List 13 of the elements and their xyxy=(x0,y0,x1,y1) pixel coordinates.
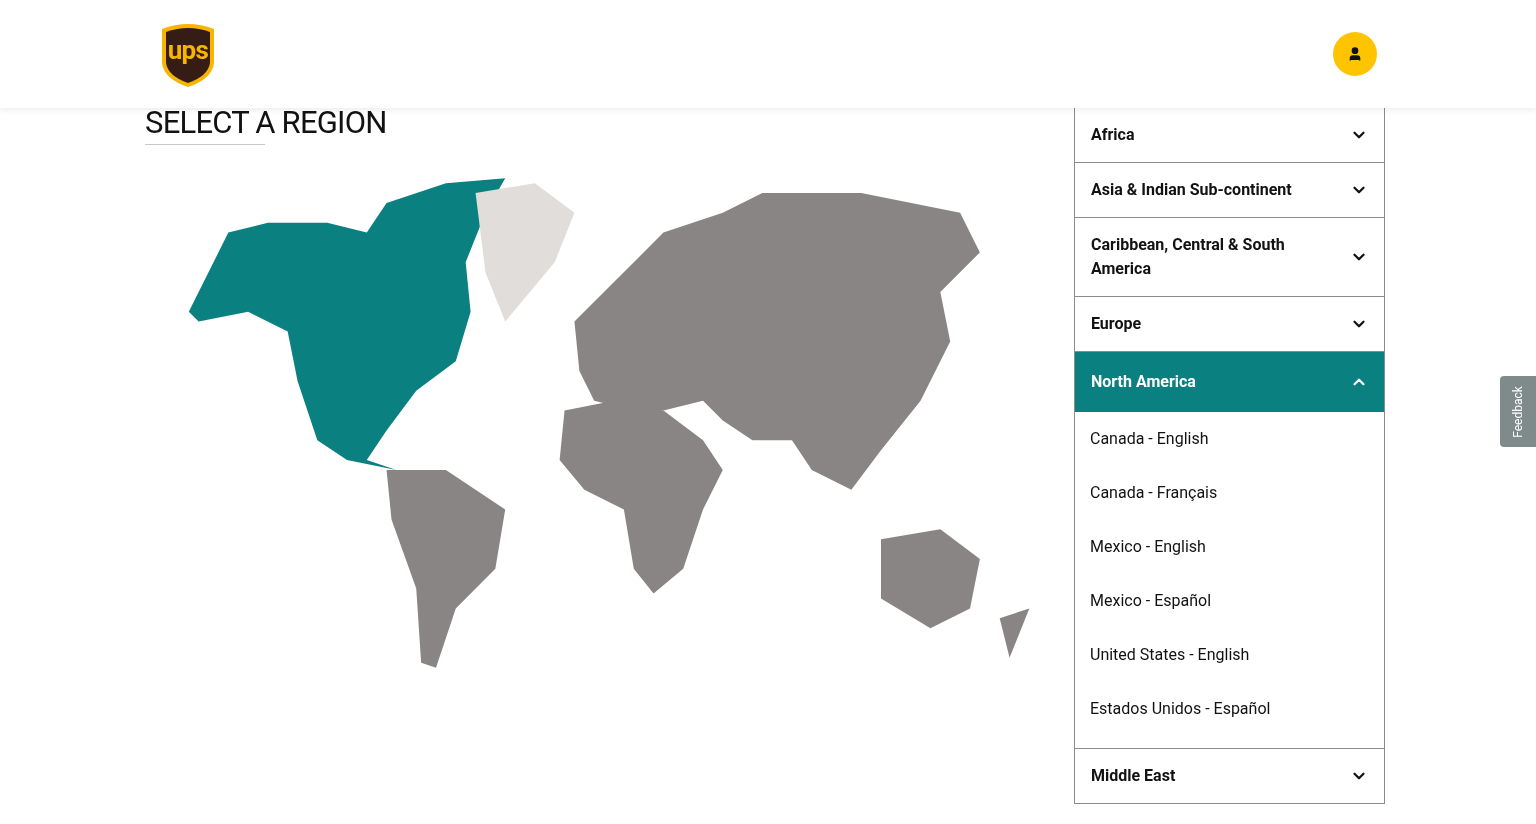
country-link[interactable]: United States - English xyxy=(1075,628,1384,682)
country-link[interactable]: Mexico - English xyxy=(1075,520,1384,574)
logo-text: ups xyxy=(166,37,210,63)
user-icon xyxy=(1347,46,1363,62)
account-button[interactable] xyxy=(1333,32,1377,76)
country-link[interactable]: Mexico - Español xyxy=(1075,574,1384,628)
region-header[interactable]: North America xyxy=(1075,352,1384,412)
country-link[interactable]: Canada - Français xyxy=(1075,466,1384,520)
country-link[interactable]: Estados Unidos - Español xyxy=(1075,682,1384,736)
shield-logo xyxy=(160,23,216,89)
feedback-tab[interactable]: Feedback xyxy=(1500,376,1536,447)
country-link[interactable]: Canada - English xyxy=(1075,412,1384,466)
page-heading: SELECT A REGION xyxy=(145,107,388,138)
